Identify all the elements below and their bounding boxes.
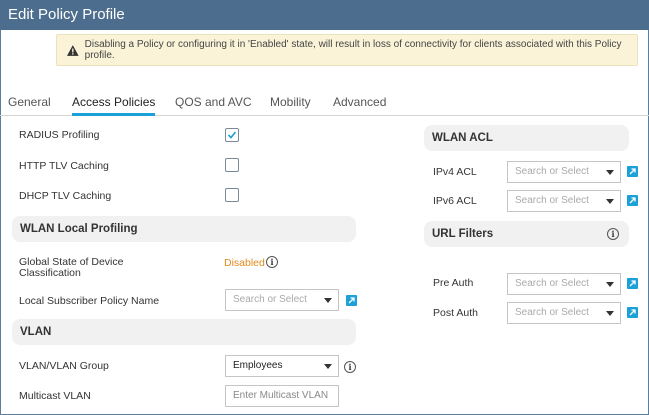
warning-text: Disabling a Policy or configuring it in …	[84, 39, 622, 61]
external-link-icon[interactable]	[346, 295, 357, 306]
vlan-group-select[interactable]: Employees	[225, 355, 339, 377]
radius-profiling-checkbox[interactable]	[225, 128, 239, 142]
checkmark-icon	[227, 131, 237, 139]
external-link-icon[interactable]	[627, 278, 638, 289]
dhcp-tlv-caching-checkbox[interactable]	[225, 188, 239, 202]
local-subscriber-policy-select[interactable]: Search or Select	[225, 289, 339, 311]
post-auth-label: Post Auth	[433, 307, 478, 319]
dialog-title: Edit Policy Profile	[0, 0, 649, 30]
post-auth-select[interactable]: Search or Select	[507, 302, 621, 324]
multicast-vlan-input[interactable]: Enter Multicast VLAN	[225, 385, 339, 407]
warning-banner: Disabling a Policy or configuring it in …	[56, 34, 638, 66]
tab-qos-and-avc[interactable]: QOS and AVC	[175, 95, 251, 116]
vlan-group-value: Employees	[233, 360, 283, 371]
global-state-label: Global State of Device Classification	[19, 257, 123, 279]
http-tlv-caching-label: HTTP TLV Caching	[19, 160, 109, 172]
chevron-down-icon	[606, 282, 614, 287]
info-icon[interactable]: i	[607, 228, 619, 240]
warning-icon	[67, 44, 79, 56]
external-link-icon[interactable]	[627, 307, 638, 318]
local-subscriber-policy-placeholder: Search or Select	[233, 294, 307, 305]
pre-auth-placeholder: Search or Select	[515, 278, 589, 289]
global-state-label-line2: Classification	[19, 267, 81, 279]
chevron-down-icon	[606, 170, 614, 175]
multicast-vlan-label: Multicast VLAN	[19, 390, 91, 402]
vlan-group-label: VLAN/VLAN Group	[19, 360, 109, 372]
tab-advanced[interactable]: Advanced	[333, 95, 386, 116]
pre-auth-select[interactable]: Search or Select	[507, 273, 621, 295]
ipv4-acl-label: IPv4 ACL	[433, 166, 477, 178]
pre-auth-label: Pre Auth	[433, 277, 474, 289]
ipv6-acl-label: IPv6 ACL	[433, 195, 477, 207]
tab-general[interactable]: General	[8, 95, 51, 116]
chevron-down-icon	[324, 298, 332, 303]
section-url-filters: URL Filters	[424, 221, 629, 247]
ipv6-acl-placeholder: Search or Select	[515, 195, 589, 206]
section-wlan-local-profiling: WLAN Local Profiling	[12, 216, 356, 242]
global-state-value: Disabled	[224, 257, 265, 269]
external-link-icon[interactable]	[627, 166, 638, 177]
section-wlan-acl: WLAN ACL	[424, 125, 629, 151]
http-tlv-caching-checkbox[interactable]	[225, 158, 239, 172]
ipv4-acl-placeholder: Search or Select	[515, 166, 589, 177]
chevron-down-icon	[606, 199, 614, 204]
chevron-down-icon	[324, 364, 332, 369]
chevron-down-icon	[606, 311, 614, 316]
info-icon[interactable]: i	[266, 256, 278, 268]
section-vlan: VLAN	[12, 319, 356, 345]
post-auth-placeholder: Search or Select	[515, 307, 589, 318]
external-link-icon[interactable]	[627, 195, 638, 206]
tab-mobility[interactable]: Mobility	[270, 95, 311, 116]
tab-access-policies[interactable]: Access Policies	[72, 95, 156, 116]
info-icon[interactable]: i	[344, 361, 356, 373]
local-subscriber-policy-label: Local Subscriber Policy Name	[19, 295, 160, 307]
ipv4-acl-select[interactable]: Search or Select	[507, 161, 621, 183]
ipv6-acl-select[interactable]: Search or Select	[507, 190, 621, 212]
tab-bar: General Access Policies QOS and AVC Mobi…	[0, 92, 649, 116]
radius-profiling-label: RADIUS Profiling	[19, 129, 100, 141]
dhcp-tlv-caching-label: DHCP TLV Caching	[19, 190, 112, 202]
